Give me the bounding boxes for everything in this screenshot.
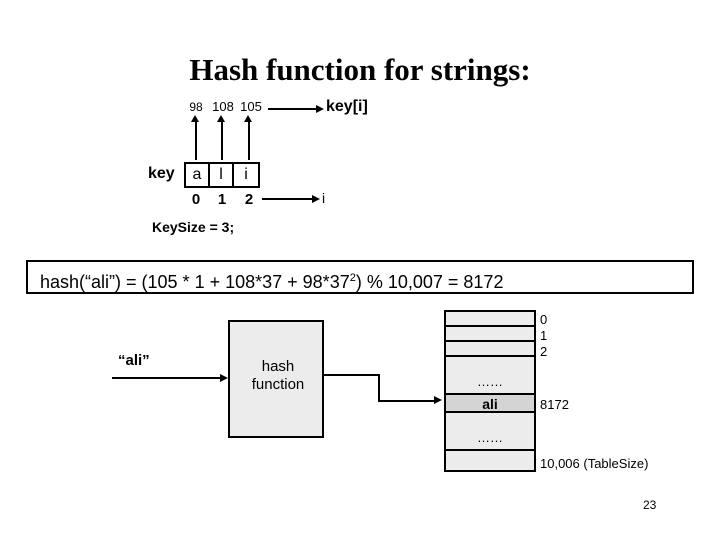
index-arrow-shaft — [262, 198, 314, 200]
hash-function-line1: hash — [261, 358, 295, 375]
index-var-label: i — [322, 190, 326, 206]
output-arrow-seg2 — [378, 374, 380, 402]
keyi-label: key[i] — [326, 98, 368, 115]
key-cell-0: a — [186, 164, 210, 186]
input-arrow-shaft — [112, 377, 222, 379]
input-arrow-head — [220, 374, 228, 382]
table-row — [446, 342, 534, 357]
table-row-label-1: 1 — [540, 328, 548, 343]
table-row-label-hit: 8172 — [540, 397, 569, 412]
key-array: a l i — [184, 162, 260, 188]
keysize-statement: KeySize = 3; — [152, 219, 235, 235]
hash-function-label: hash function — [230, 358, 326, 394]
table-row — [446, 451, 534, 470]
ascii-arrow-shaft-1 — [221, 120, 223, 160]
formula-box: hash(“ali”) = (105 * 1 + 108*37 + 98*372… — [26, 260, 694, 294]
slide-canvas: Hash function for strings: 98 108 105 ke… — [0, 0, 720, 540]
formula-text: hash(“ali”) = (105 * 1 + 108*37 + 98*372… — [40, 268, 503, 292]
table-row: …… — [446, 357, 534, 395]
ascii-arrow-shaft-2 — [248, 120, 250, 160]
key-cell-2: i — [244, 166, 248, 183]
table-row-highlighted: ali — [446, 395, 534, 413]
ascii-value-0: 98 — [189, 100, 203, 114]
page-number: 23 — [643, 498, 657, 512]
table-row: …… — [446, 413, 534, 451]
ascii-arrow-head-1 — [217, 115, 225, 122]
table-row-label-2: 2 — [540, 344, 548, 359]
keyi-arrow-shaft — [268, 108, 318, 110]
key-index-0: 0 — [191, 191, 201, 208]
key-label: key — [148, 165, 175, 182]
ascii-value-1: 108 — [212, 99, 234, 114]
keyi-arrow-head — [316, 105, 324, 113]
ascii-arrow-head-0 — [191, 115, 199, 122]
output-arrow-seg3 — [378, 400, 438, 402]
key-cell-1: l — [210, 164, 234, 186]
formula-prefix: hash(“ali”) = (105 * 1 + 108*37 + 98*37 — [40, 272, 350, 292]
page-title: Hash function for strings: — [189, 52, 531, 87]
input-string-label: “ali” — [118, 352, 150, 369]
hash-function-line2: function — [251, 376, 305, 393]
hash-function-box: hash function — [228, 320, 324, 438]
table-row — [446, 327, 534, 342]
table-row-label-last: 10,006 (TableSize) — [540, 456, 649, 471]
table-row — [446, 312, 534, 327]
ascii-arrow-shaft-0 — [195, 120, 197, 160]
table-row-label-0: 0 — [540, 312, 548, 327]
key-index-2: 2 — [244, 191, 254, 208]
output-arrow-head — [434, 396, 442, 404]
ascii-value-2: 105 — [240, 99, 262, 114]
ascii-arrow-head-2 — [244, 115, 252, 122]
output-arrow-seg1 — [324, 374, 380, 376]
hash-table: …… ali …… — [444, 310, 536, 472]
key-index-1: 1 — [217, 191, 227, 208]
index-arrow-head — [312, 195, 320, 203]
formula-suffix: ) % 10,007 = 8172 — [355, 272, 504, 292]
